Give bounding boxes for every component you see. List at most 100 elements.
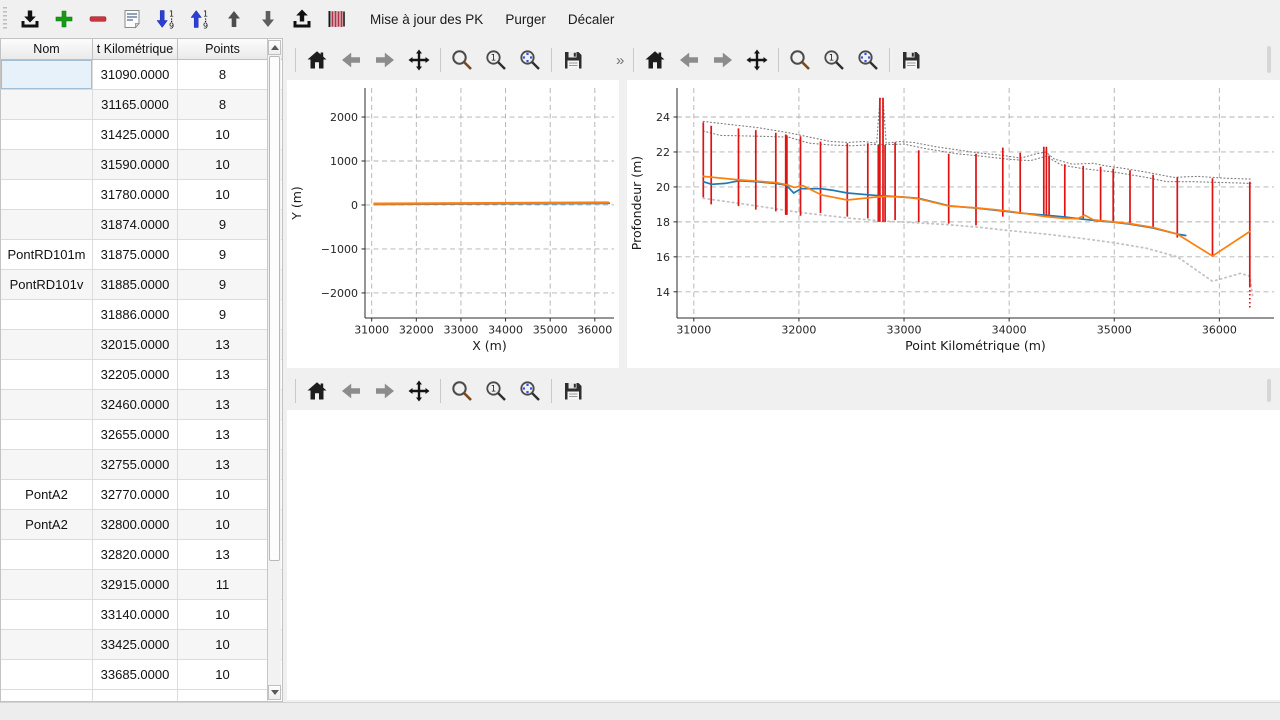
column-header-nom[interactable]: Nom <box>1 39 93 59</box>
zoom-all-button[interactable] <box>856 46 880 74</box>
cell-nom[interactable] <box>1 600 93 629</box>
document-button[interactable] <box>120 6 144 32</box>
back-button[interactable] <box>677 46 701 74</box>
trace-chart-canvas[interactable]: 310003200033000340003500036000−2000−1000… <box>287 80 619 368</box>
column-header-point-kilometrique[interactable]: t Kilométrique <box>93 39 178 59</box>
remove-button[interactable] <box>86 6 110 32</box>
cell-points[interactable]: 10 <box>178 150 268 179</box>
cell-points[interactable]: 10 <box>178 630 268 659</box>
zoom-button[interactable] <box>788 46 812 74</box>
cell-points[interactable]: 10 <box>178 510 268 539</box>
cell-pk[interactable]: 31090.0000 <box>93 60 178 89</box>
toolbar-overflow-chevron[interactable]: » <box>616 52 624 69</box>
cell-nom[interactable] <box>1 570 93 599</box>
zoom-all-button[interactable] <box>518 377 542 405</box>
cell-points[interactable]: 10 <box>178 600 268 629</box>
cell-points[interactable]: 10 <box>178 480 268 509</box>
save-button[interactable] <box>561 377 585 405</box>
pan-button[interactable] <box>745 46 769 74</box>
column-header-points[interactable]: Points <box>178 39 268 59</box>
toolbar-mini-scrollbar-bottom[interactable] <box>1267 379 1271 402</box>
zoom-all-button[interactable] <box>518 46 542 74</box>
zoom-button[interactable] <box>450 46 474 74</box>
purge-button[interactable]: Purger <box>494 4 557 34</box>
cell-pk[interactable]: 32460.0000 <box>93 390 178 419</box>
cell-nom[interactable] <box>1 150 93 179</box>
move-down-button[interactable] <box>256 6 280 32</box>
cell-pk[interactable]: 32655.0000 <box>93 420 178 449</box>
cell-nom[interactable] <box>1 660 93 689</box>
back-button[interactable] <box>339 377 363 405</box>
cell-points[interactable]: 13 <box>178 390 268 419</box>
pan-button[interactable] <box>407 377 431 405</box>
toolbar-mini-scrollbar-top[interactable] <box>1267 46 1271 73</box>
forward-button[interactable] <box>373 377 397 405</box>
cell-points[interactable]: 13 <box>178 450 268 479</box>
cell-nom[interactable] <box>1 180 93 209</box>
zoom-button[interactable] <box>450 377 474 405</box>
cell-points[interactable]: 9 <box>178 210 268 239</box>
import-button[interactable] <box>18 6 42 32</box>
cell-points[interactable]: 10 <box>178 120 268 149</box>
cell-points[interactable]: 13 <box>178 360 268 389</box>
cell-nom[interactable] <box>1 420 93 449</box>
cell-points[interactable]: 11 <box>178 570 268 599</box>
cell-points[interactable]: 10 <box>178 180 268 209</box>
cell-points[interactable]: 9 <box>178 270 268 299</box>
cell-pk[interactable]: 31780.0000 <box>93 180 178 209</box>
cell-points[interactable]: 8 <box>178 90 268 119</box>
cell-nom[interactable] <box>1 300 93 329</box>
cell-nom[interactable]: PontA2 <box>1 480 93 509</box>
cell-pk[interactable]: 32915.0000 <box>93 570 178 599</box>
cell-pk[interactable]: 32015.0000 <box>93 330 178 359</box>
save-button[interactable] <box>899 46 923 74</box>
cell-points[interactable]: 8 <box>178 60 268 89</box>
cell-pk[interactable]: 31590.0000 <box>93 150 178 179</box>
cell-pk[interactable]: 31425.0000 <box>93 120 178 149</box>
shift-button[interactable]: Décaler <box>557 4 626 34</box>
cell-points[interactable]: 9 <box>178 240 268 269</box>
toolbar-drag-handle[interactable] <box>3 7 7 31</box>
home-button[interactable] <box>643 46 667 74</box>
cell-pk[interactable]: 31875.0000 <box>93 240 178 269</box>
cell-pk[interactable]: 31874.0000 <box>93 210 178 239</box>
stripes-button[interactable] <box>324 6 348 32</box>
zoom-one-button[interactable]: 1 <box>822 46 846 74</box>
zoom-one-button[interactable]: 1 <box>484 377 508 405</box>
cell-points[interactable]: 13 <box>178 330 268 359</box>
scrollbar-thumb[interactable] <box>269 56 280 561</box>
cell-points[interactable]: 13 <box>178 420 268 449</box>
table-scrollbar[interactable] <box>267 40 281 700</box>
home-button[interactable] <box>305 46 329 74</box>
sort-desc-button[interactable]: 19 <box>154 6 178 32</box>
save-button[interactable] <box>561 46 585 74</box>
cell-nom[interactable] <box>1 540 93 569</box>
cell-nom[interactable] <box>1 120 93 149</box>
cell-nom[interactable] <box>1 630 93 659</box>
cell-pk[interactable]: 31886.0000 <box>93 300 178 329</box>
cell-nom[interactable] <box>1 60 93 89</box>
cell-pk[interactable]: 33140.0000 <box>93 600 178 629</box>
scrollbar-down-button[interactable] <box>268 685 281 700</box>
cell-pk[interactable]: 32205.0000 <box>93 360 178 389</box>
cell-nom[interactable] <box>1 360 93 389</box>
cell-nom[interactable] <box>1 690 93 702</box>
export-button[interactable] <box>290 6 314 32</box>
cell-pk[interactable]: 32755.0000 <box>93 450 178 479</box>
back-button[interactable] <box>339 46 363 74</box>
cell-nom[interactable] <box>1 390 93 419</box>
add-button[interactable] <box>52 6 76 32</box>
cell-nom[interactable]: PontRD101m <box>1 240 93 269</box>
cell-pk[interactable]: 32770.0000 <box>93 480 178 509</box>
cell-nom[interactable]: PontRD101v <box>1 270 93 299</box>
sort-asc-button[interactable]: 19 <box>188 6 212 32</box>
cell-pk[interactable]: 31165.0000 <box>93 90 178 119</box>
forward-button[interactable] <box>711 46 735 74</box>
pan-button[interactable] <box>407 46 431 74</box>
forward-button[interactable] <box>373 46 397 74</box>
cell-pk[interactable]: 32820.0000 <box>93 540 178 569</box>
cell-points[interactable] <box>178 690 268 702</box>
cell-pk[interactable]: 32800.0000 <box>93 510 178 539</box>
cell-pk[interactable]: 33425.0000 <box>93 630 178 659</box>
cell-nom[interactable] <box>1 90 93 119</box>
